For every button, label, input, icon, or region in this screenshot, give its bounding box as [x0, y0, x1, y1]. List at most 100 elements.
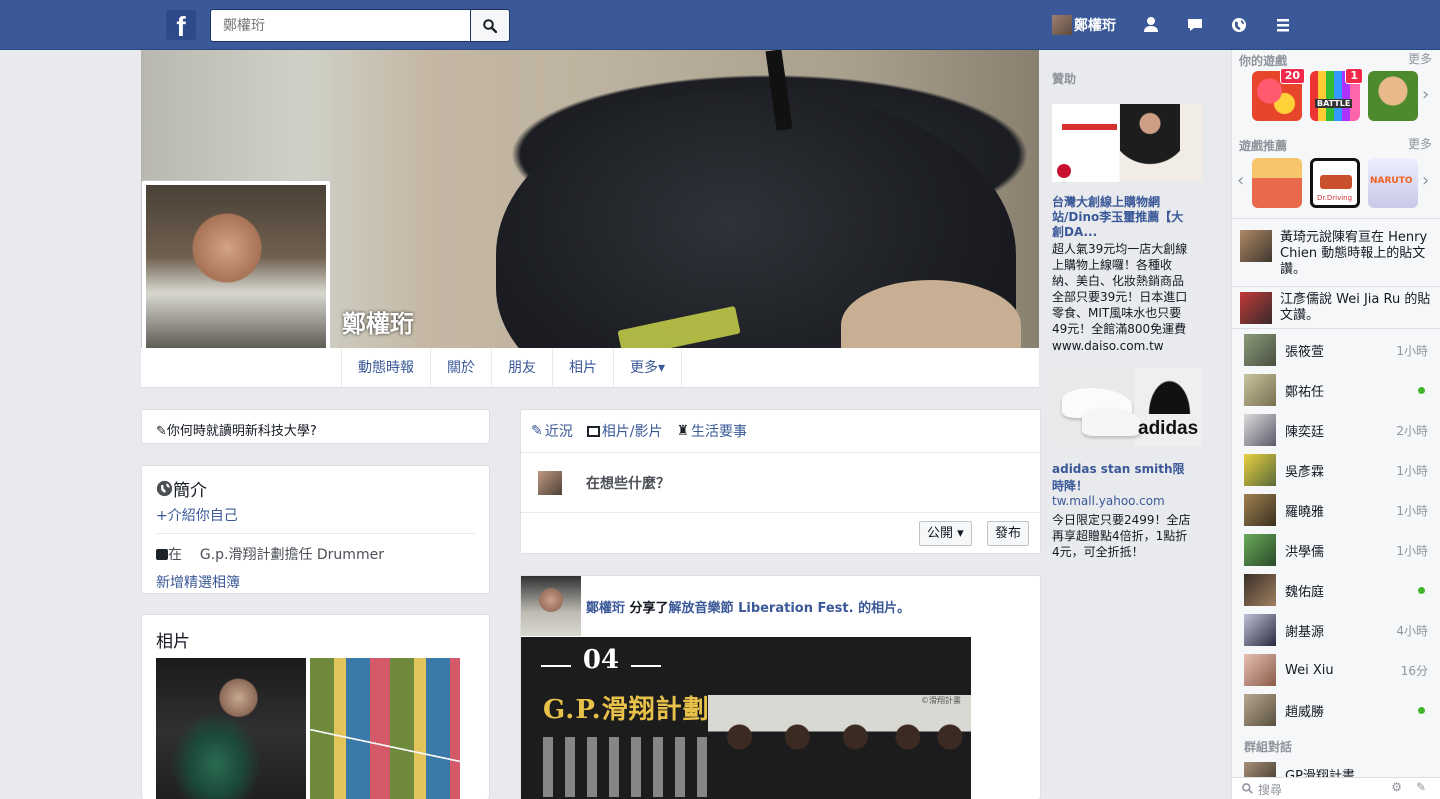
photos-title[interactable]: 相片 [156, 627, 475, 652]
ad-title[interactable]: 台灣大創線上購物網站/Dino李玉璽推薦【大創DA... [1052, 195, 1194, 240]
more-recommended-link[interactable]: 更多 [1408, 135, 1432, 152]
chevron-right-icon[interactable]: › [1422, 84, 1429, 105]
ad-image[interactable] [1052, 104, 1202, 182]
adidas-logo [1147, 378, 1192, 414]
briefcase-icon [156, 549, 168, 560]
game-recommended[interactable] [1252, 158, 1302, 208]
avatar [1244, 454, 1276, 486]
avatar [1244, 374, 1276, 406]
adidas-wordmark: adidas [1138, 418, 1199, 439]
profile-picture[interactable] [141, 180, 331, 370]
contact-status: 1小時 [1396, 343, 1428, 358]
compose-icon[interactable]: ✎ [1416, 780, 1426, 794]
profile-link-name: 鄭權珩 [1074, 18, 1116, 34]
friends-icon[interactable] [1141, 15, 1161, 35]
contact-name: 吳彥霖 [1285, 464, 1325, 480]
chevron-right-icon[interactable]: › [1422, 170, 1429, 191]
contact-item[interactable]: Wei Xiu 16分 [1232, 650, 1440, 690]
pencil-icon: ✎ [156, 424, 167, 439]
contact-item[interactable]: 趙威勝 [1232, 690, 1440, 730]
tab-friends[interactable]: 朋友 [492, 348, 553, 388]
notification-badge: 20 [1279, 68, 1305, 84]
contact-item[interactable]: 洪學儒 1小時 [1232, 530, 1440, 570]
privacy-selector[interactable]: 公開 ▾ [919, 521, 972, 546]
search-input[interactable] [210, 9, 470, 42]
notifications-icon[interactable] [1229, 15, 1249, 35]
ad-url[interactable]: tw.mall.yahoo.com [1052, 494, 1194, 508]
education-prompt: 你何時就讀明新科技大學? [166, 424, 317, 439]
game-dr-driving[interactable]: Dr.Driving [1310, 158, 1360, 208]
composer-tab-photo[interactable]: 相片/影片 [586, 421, 663, 441]
contact-name: 陳奕廷 [1285, 424, 1325, 440]
post-author[interactable]: 鄭權珩 [586, 601, 625, 616]
photo-thumbnail[interactable] [156, 658, 306, 799]
search-button[interactable] [470, 9, 510, 42]
composer-tab-label: 相片/影片 [601, 424, 663, 440]
image-number: 04 [541, 645, 661, 675]
post-target-link[interactable]: 解放音樂節 Liberation Fest. 的相片。 [669, 601, 911, 616]
avatar [1244, 414, 1276, 446]
tab-timeline[interactable]: 動態時報 [342, 348, 431, 388]
contact-item[interactable]: 羅曉雅 1小時 [1232, 490, 1440, 530]
ad-banner-strip [1062, 124, 1117, 130]
contact-status: 1小時 [1396, 463, 1428, 478]
profile-link[interactable]: 鄭權珩 [1052, 14, 1116, 36]
profile-photo [146, 185, 326, 365]
menu-icon[interactable] [1273, 15, 1293, 35]
tab-photos[interactable]: 相片 [553, 348, 614, 388]
messages-icon[interactable] [1185, 15, 1205, 35]
privacy-label: 公開 [927, 526, 954, 541]
chat-sidebar: 你的遊戲 更多 20 1 BATTLE › 遊戲推薦 更多 ‹ Dr.Drivin… [1231, 50, 1440, 799]
ticker-item[interactable]: 江彥儒說 Wei Jia Ru 的貼文讚。 [1232, 292, 1440, 324]
chevron-left-icon[interactable]: ‹ [1237, 170, 1244, 191]
contact-item[interactable]: 鄭祐任 [1232, 370, 1440, 410]
gear-icon[interactable]: ⚙ [1391, 780, 1402, 794]
pencil-icon: ✎ [531, 423, 543, 439]
tab-more[interactable]: 更多▾ [614, 348, 683, 388]
contact-item[interactable]: 魏佑庭 [1232, 570, 1440, 610]
contact-item[interactable]: 吳彥霖 1小時 [1232, 450, 1440, 490]
avatar [1240, 292, 1272, 324]
ad-image[interactable]: adidas [1052, 368, 1202, 446]
image-credit: ©滑翔計畫 [921, 696, 961, 705]
education-prompt-card[interactable]: ✎你何時就讀明新科技大學? [141, 409, 490, 444]
add-intro-link[interactable]: +介紹你自己 [156, 505, 475, 525]
contact-item[interactable]: 謝基源 4小時 [1232, 610, 1440, 650]
composer-tab-life-event[interactable]: ♜ 生活要事 [676, 421, 747, 441]
contact-status: 2小時 [1396, 423, 1428, 438]
search-icon [483, 19, 497, 33]
ad-body: 今日限定只要2499！全店再享超贈點4倍折，1點折4元，可全折抵！ [1052, 513, 1191, 559]
ad-body: 超人氣39元均一店大創線上購物上線囉！各種收納、美白、化妝熱銷商品全部只要39元… [1052, 242, 1188, 336]
chat-search-input[interactable]: 搜尋 ⚙ ✎ [1232, 777, 1440, 799]
ad-title[interactable]: adidas stan smith限時降！ [1052, 460, 1194, 494]
avatar [1244, 494, 1276, 526]
game-mahjong[interactable] [1368, 71, 1418, 121]
ticker-item[interactable]: 黃琦元說陳宥亘在 Henry Chien 動態時報上的貼文讚。 [1232, 230, 1440, 278]
game-naruto[interactable]: NARUTO [1368, 158, 1418, 208]
film-icon [586, 425, 600, 437]
avatar[interactable] [521, 576, 581, 636]
add-featured-link[interactable]: 新增精選相簿 [156, 572, 475, 592]
ad-url[interactable]: www.daiso.com.tw [1052, 338, 1194, 354]
game-tetris-battle[interactable]: 1 BATTLE [1310, 68, 1363, 121]
game-candy-crush[interactable]: 20 [1252, 68, 1305, 121]
contact-item[interactable]: 張筱萱 1小時 [1232, 330, 1440, 370]
more-games-link[interactable]: 更多 [1408, 50, 1432, 67]
contact-status: 1小時 [1396, 503, 1428, 518]
composer-input[interactable]: 在想些什麼？ [586, 473, 670, 493]
your-games-heading: 你的遊戲 [1239, 54, 1288, 68]
post-button[interactable]: 發布 [987, 521, 1030, 546]
divider [1232, 328, 1440, 329]
contact-name: 趙威勝 [1285, 704, 1325, 720]
tab-about[interactable]: 關於 [431, 348, 492, 388]
daiso-logo [1057, 164, 1071, 178]
profile-name[interactable]: 鄭權珩 [342, 304, 414, 339]
contact-item[interactable]: 陳奕廷 2小時 [1232, 410, 1440, 450]
life-event-icon: ♜ [676, 423, 690, 439]
facebook-logo[interactable]: f [166, 10, 196, 40]
avatar [1244, 654, 1276, 686]
group-conversations-heading: 群組對話 [1244, 740, 1293, 754]
post-image[interactable]: 04 G.P.滑翔計劃 ©滑翔計畫 [521, 637, 971, 799]
photo-thumbnail[interactable] [310, 658, 460, 799]
composer-tab-status[interactable]: ✎ 近況 [531, 421, 573, 441]
